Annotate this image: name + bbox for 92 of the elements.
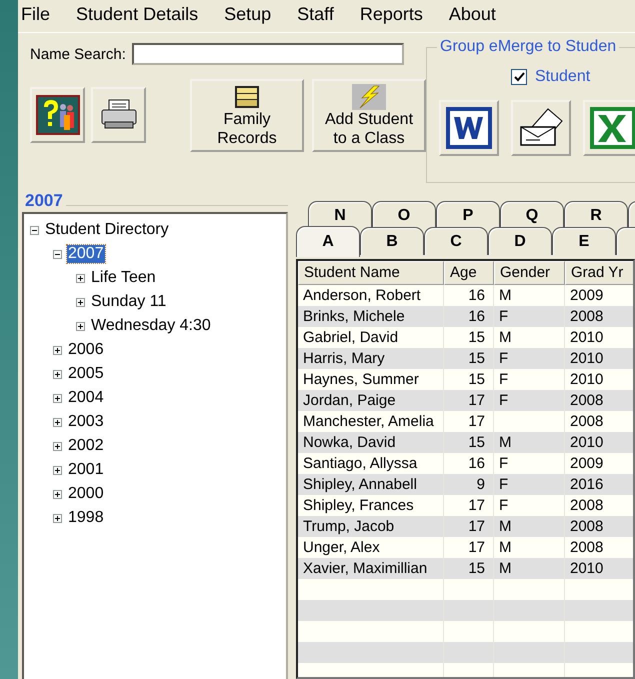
- menu-item[interactable]: Staff: [297, 4, 334, 26]
- table-cell: Harris, Mary: [298, 348, 444, 369]
- expand-icon[interactable]: [53, 418, 62, 426]
- table-cell: Nowka, David: [298, 432, 444, 453]
- collapse-icon[interactable]: [30, 226, 39, 234]
- lightning-icon: [352, 84, 386, 110]
- tree-item[interactable]: 2000: [67, 485, 105, 503]
- table-cell: 2008: [565, 516, 633, 537]
- tree-item[interactable]: 2005: [67, 365, 105, 383]
- table-cell: Jordan, Paige: [298, 390, 444, 411]
- table-cell: F: [494, 474, 565, 495]
- word-button[interactable]: [439, 100, 499, 156]
- table-cell: 15: [444, 348, 494, 369]
- tab[interactable]: D: [488, 227, 552, 255]
- group-title: Group eMerge to Studen: [437, 38, 620, 56]
- table-cell: F: [494, 348, 565, 369]
- tree-item[interactable]: Wednesday 4:30: [90, 317, 212, 335]
- expand-icon[interactable]: [53, 370, 62, 378]
- table-cell: 15: [444, 432, 494, 453]
- collapse-icon[interactable]: [53, 250, 62, 258]
- table-cell: 9: [444, 474, 494, 495]
- menu-item[interactable]: File: [21, 4, 50, 26]
- expand-icon[interactable]: [76, 274, 85, 282]
- add-student-button[interactable]: Add Student to a Class: [312, 79, 426, 152]
- expand-icon[interactable]: [53, 394, 62, 402]
- tree-item[interactable]: 1998: [67, 509, 105, 527]
- tab[interactable]: Q: [500, 201, 564, 229]
- field-label: Name Search:: [30, 46, 126, 62]
- column-header[interactable]: Age: [444, 261, 494, 285]
- table-cell: M: [494, 558, 565, 579]
- expand-icon[interactable]: [76, 298, 85, 306]
- spreadsheet-icon: [590, 107, 635, 149]
- print-button[interactable]: [91, 87, 146, 143]
- envelope-letter-icon: [518, 107, 564, 149]
- tree-item[interactable]: 2001: [67, 461, 105, 479]
- word-document-icon: [446, 107, 492, 149]
- table-cell: 2010: [565, 558, 633, 579]
- tab[interactable]: R: [564, 201, 628, 229]
- tab[interactable]: E: [552, 227, 616, 255]
- column-header[interactable]: Grad Yr: [565, 261, 633, 285]
- column-header[interactable]: Student Name: [298, 261, 444, 285]
- checkbox[interactable]: [511, 69, 527, 85]
- expand-icon[interactable]: [53, 514, 62, 522]
- tab[interactable]: P: [436, 201, 500, 229]
- tree-item[interactable]: Sunday 11: [90, 293, 168, 311]
- tree-item[interactable]: 2006: [67, 341, 105, 359]
- tab[interactable]: A: [296, 226, 360, 257]
- table-cell: M: [494, 432, 565, 453]
- table-cell: 2010: [565, 432, 633, 453]
- menu-item[interactable]: About: [448, 4, 496, 26]
- table-cell: 2008: [565, 306, 633, 327]
- table-cell: Shipley, Annabell: [298, 474, 444, 495]
- expand-icon[interactable]: [76, 322, 85, 330]
- tab[interactable]: B: [360, 227, 424, 255]
- expand-icon[interactable]: [53, 346, 62, 354]
- menu-item[interactable]: Reports: [360, 4, 423, 26]
- tree-item[interactable]: 2007: [67, 245, 105, 263]
- expand-icon[interactable]: [53, 490, 62, 498]
- help-people-icon: [36, 95, 80, 135]
- tree-item[interactable]: 2004: [67, 389, 105, 407]
- table-cell: F: [494, 390, 565, 411]
- tree-item[interactable]: Student Directory: [44, 221, 170, 239]
- table-cell: 17: [444, 516, 494, 537]
- table-cell: Xavier, Maximillian: [298, 558, 444, 579]
- tree-item[interactable]: 2003: [67, 413, 105, 431]
- expand-icon[interactable]: [53, 466, 62, 474]
- table-cell: 16: [444, 306, 494, 327]
- menu-item[interactable]: Setup: [224, 4, 272, 26]
- tree-item[interactable]: 2002: [67, 437, 105, 455]
- folder-stack-icon: [232, 84, 262, 110]
- excel-button[interactable]: [583, 100, 635, 156]
- expand-icon[interactable]: [53, 442, 62, 450]
- table-cell: 15: [444, 558, 494, 579]
- table-cell: 2008: [565, 390, 633, 411]
- table-cell: 2010: [565, 348, 633, 369]
- menu-item[interactable]: Student Details: [76, 4, 198, 26]
- column-header[interactable]: Gender: [494, 261, 565, 285]
- name-search-field[interactable]: [132, 43, 404, 65]
- table-cell: 17: [444, 390, 494, 411]
- family-records-button[interactable]: Family Records: [190, 79, 304, 152]
- checkbox-label[interactable]: Student: [535, 68, 590, 86]
- table-cell: Trump, Jacob: [298, 516, 444, 537]
- table-cell: M: [494, 516, 565, 537]
- help-button[interactable]: [30, 87, 85, 143]
- table-cell: 2016: [565, 474, 633, 495]
- letter-button[interactable]: [511, 100, 571, 156]
- tree-item[interactable]: Life Teen: [90, 269, 157, 287]
- tab[interactable]: C: [424, 227, 488, 255]
- table-cell: Brinks, Michele: [298, 306, 444, 327]
- tab[interactable]: N: [308, 201, 372, 229]
- tab[interactable]: O: [372, 201, 436, 229]
- table-cell: F: [494, 306, 565, 327]
